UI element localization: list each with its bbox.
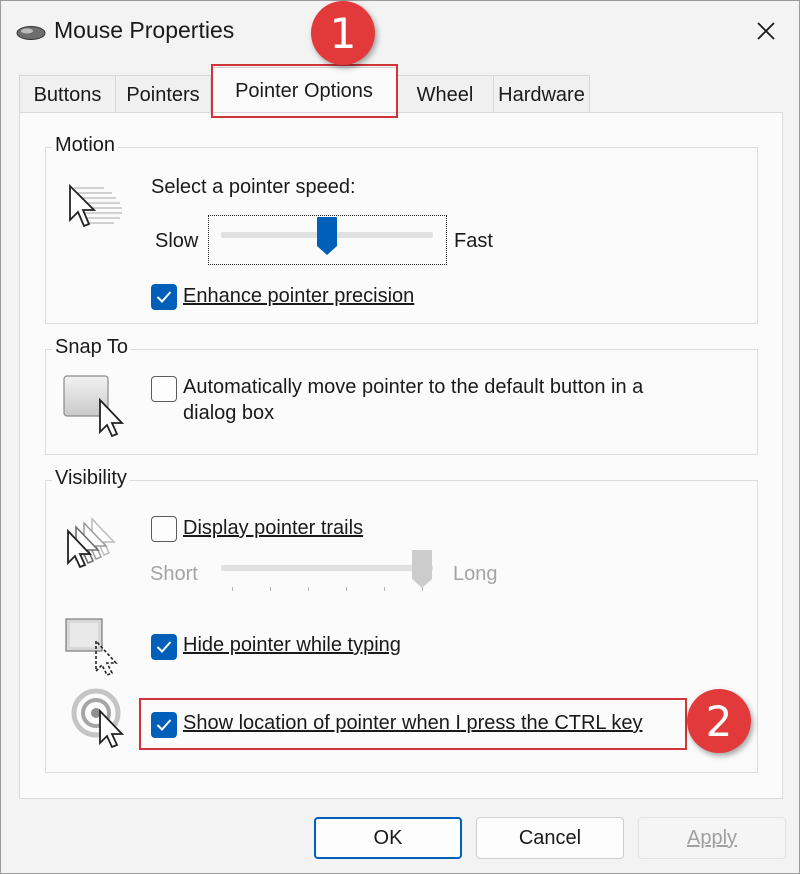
slider-tick — [346, 587, 347, 591]
show-location-icon — [71, 688, 125, 749]
slider-tick — [384, 587, 385, 591]
checkmark-icon — [156, 291, 172, 303]
fast-label: Fast — [454, 230, 493, 252]
hide-pointer-icon — [65, 618, 118, 677]
annotation-box-tab — [211, 64, 398, 118]
pointer-trails-icon — [67, 517, 116, 569]
pointer-trails-label: Display pointer trails — [183, 517, 364, 539]
cancel-button[interactable]: Cancel — [476, 817, 624, 859]
pointer-speed-slider-thumb[interactable] — [316, 216, 338, 256]
tab-hardware[interactable]: Hardware — [493, 75, 590, 113]
snap-to-icon — [63, 375, 125, 438]
annotation-box-show-location — [139, 698, 687, 750]
pointer-trails-slider-thumb[interactable] — [411, 549, 433, 589]
apply-button[interactable]: Apply — [638, 817, 786, 859]
title-bar: Mouse Properties — [1, 1, 799, 63]
tab-strip: Buttons Pointers Hardware Wheel Pointer … — [19, 67, 799, 113]
pointer-speed-icon — [69, 183, 122, 228]
snap-to-default-label-line2: dialog box — [183, 402, 275, 424]
mouse-properties-window: Mouse Properties Buttons Pointers Hardwa… — [0, 0, 800, 874]
tab-panel-pointer-options: Motion Select a pointer speed: Slow Fast… — [19, 112, 783, 799]
window-title: Mouse Properties — [54, 17, 235, 43]
snap-to-group: Snap To Automatically move pointer to th… — [45, 336, 758, 455]
annotation-badge-1: 1 — [311, 1, 375, 65]
checkmark-icon — [156, 641, 172, 653]
enhance-precision-label: Enhance pointer precision — [183, 285, 415, 307]
snap-to-default-label-line1: Automatically move pointer to the defaul… — [183, 376, 644, 398]
motion-group: Motion Select a pointer speed: Slow Fast… — [45, 134, 758, 324]
hide-pointer-label: Hide pointer while typing — [183, 634, 401, 656]
enhance-precision-checkbox[interactable] — [151, 284, 177, 310]
long-label: Long — [453, 563, 498, 585]
slider-tick — [270, 587, 271, 591]
tab-buttons[interactable]: Buttons — [19, 75, 116, 113]
slider-tick — [232, 587, 233, 591]
pointer-speed-label: Select a pointer speed: — [151, 176, 356, 198]
tab-wheel[interactable]: Wheel — [396, 75, 494, 113]
mouse-icon — [16, 26, 46, 40]
annotation-badge-2: 2 — [687, 689, 751, 753]
slow-label: Slow — [155, 230, 199, 252]
hide-pointer-checkbox[interactable] — [151, 634, 177, 660]
close-icon — [757, 22, 775, 40]
ok-button[interactable]: OK — [314, 817, 462, 859]
short-label: Short — [150, 563, 198, 585]
pointer-trails-checkbox[interactable] — [151, 516, 177, 542]
snap-to-group-label: Snap To — [52, 336, 132, 359]
visibility-group-label: Visibility — [52, 467, 130, 490]
motion-group-label: Motion — [52, 134, 119, 157]
tab-pointers[interactable]: Pointers — [115, 75, 211, 113]
slider-tick — [308, 587, 309, 591]
snap-to-default-checkbox[interactable] — [151, 376, 177, 402]
pointer-trails-ticks — [221, 587, 433, 593]
close-button[interactable] — [741, 9, 791, 53]
pointer-trails-slider[interactable] — [221, 565, 433, 571]
